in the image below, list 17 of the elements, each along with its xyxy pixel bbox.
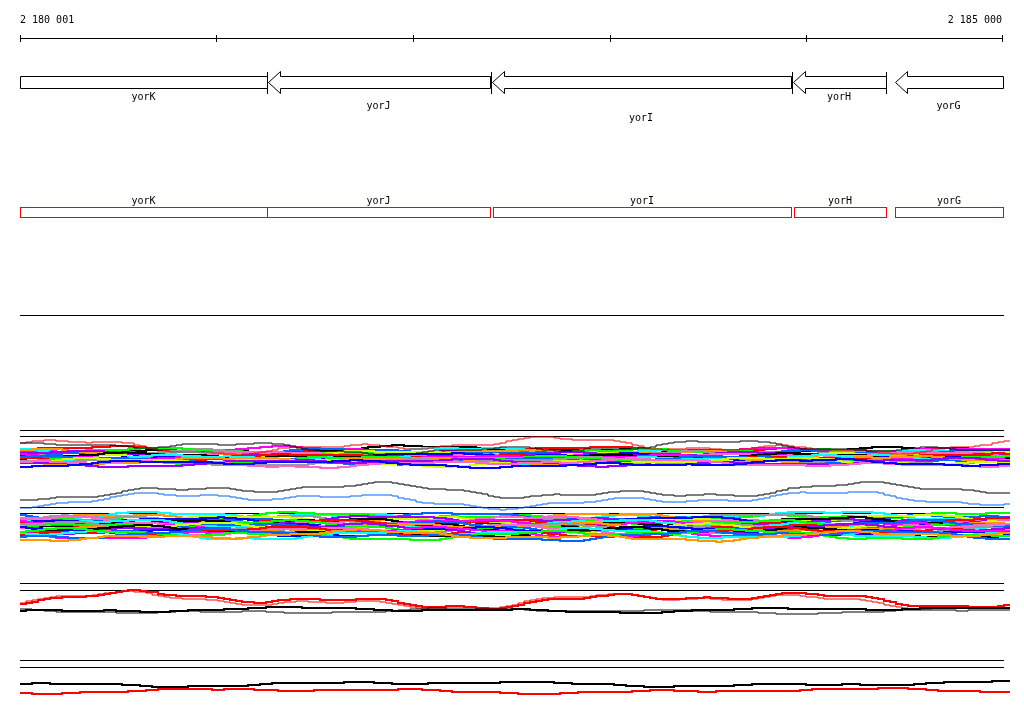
feature-block[interactable] bbox=[267, 207, 491, 218]
feature-label: yorH bbox=[827, 195, 853, 206]
gene-label: yorG bbox=[936, 100, 961, 111]
feature-label: yorJ bbox=[366, 195, 391, 206]
gene-label: yorK bbox=[131, 91, 156, 102]
feature-block[interactable] bbox=[794, 207, 887, 218]
feature-block[interactable] bbox=[20, 207, 268, 218]
coordinate-label: 2 185 000 bbox=[947, 14, 1002, 25]
gene-label: yorI bbox=[628, 112, 654, 123]
feature-label: yorI bbox=[629, 195, 655, 206]
gene-label: yorJ bbox=[366, 100, 391, 111]
feature-label: yorG bbox=[936, 195, 962, 206]
feature-label: yorK bbox=[131, 195, 156, 206]
feature-block[interactable] bbox=[895, 207, 1004, 218]
coordinate-label: 2 180 001 bbox=[20, 14, 75, 25]
gene-label: yorH bbox=[826, 91, 852, 102]
feature-block[interactable] bbox=[493, 207, 792, 218]
